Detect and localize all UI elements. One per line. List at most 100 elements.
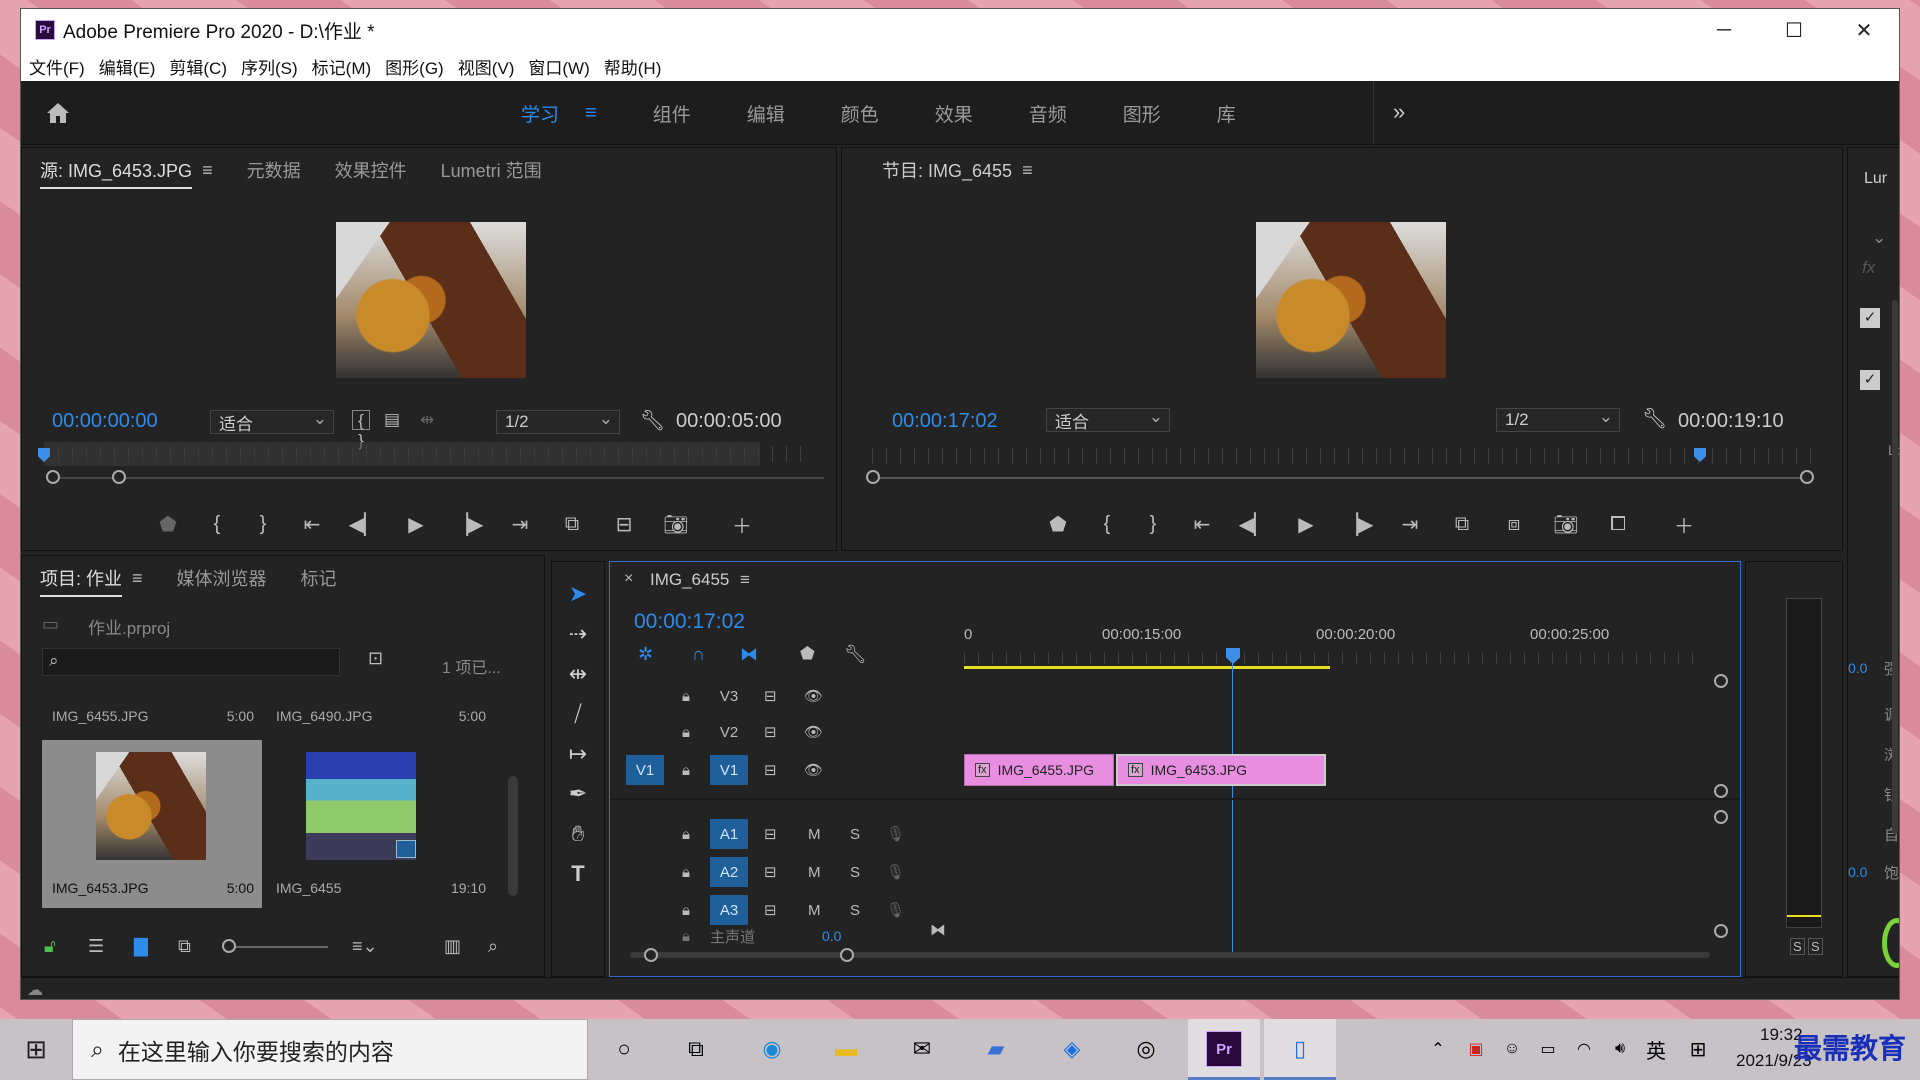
- go-to-end-icon[interactable]: ⧓: [930, 920, 946, 940]
- windows-start-icon[interactable]: ⊞: [18, 1031, 54, 1067]
- tab-lumetri-scopes[interactable]: Lumetri 范围: [441, 157, 542, 183]
- razor-tool-icon[interactable]: ⧸: [552, 694, 604, 734]
- program-mark-in-icon[interactable]: {: [1084, 513, 1130, 536]
- project-item[interactable]: IMG_6490.JPG 5:00: [266, 698, 494, 738]
- video-vscroll-bottom[interactable]: [1714, 784, 1728, 798]
- timeline-settings-icon[interactable]: 🔧︎: [844, 644, 867, 665]
- source-mark-in-icon[interactable]: {: [194, 513, 240, 536]
- timeline-time-ruler[interactable]: [964, 652, 1704, 664]
- sort-icon[interactable]: ≡⌄: [352, 936, 378, 957]
- source-insert-icon[interactable]: ⧉: [546, 513, 598, 536]
- snap-icon[interactable]: ∩: [692, 644, 705, 665]
- ime-indicator[interactable]: 英: [1638, 1031, 1674, 1067]
- mute-button[interactable]: M: [808, 826, 821, 843]
- freeform-view-icon[interactable]: ⧉: [178, 936, 191, 957]
- lumetri-checkbox-1[interactable]: ✓: [1860, 308, 1880, 328]
- track-label[interactable]: A3: [710, 895, 748, 925]
- workspace-tab-graphics[interactable]: 图形: [1123, 100, 1161, 127]
- lumetri-checkbox-2[interactable]: ✓: [1860, 370, 1880, 390]
- program-fit-dropdown[interactable]: 适合: [1046, 407, 1170, 432]
- tab-source[interactable]: 源: IMG_6453.JPG: [40, 157, 193, 189]
- program-zoom-right-handle[interactable]: [1800, 470, 1814, 484]
- lumetri-panel-tab[interactable]: Lur: [1864, 170, 1887, 188]
- menu-marker[interactable]: 标记(M): [312, 54, 371, 79]
- audio-vscroll-bottom[interactable]: [1714, 924, 1728, 938]
- slip-tool-icon[interactable]: ↦: [552, 734, 604, 774]
- chrome-like-icon[interactable]: ◎: [1128, 1031, 1164, 1067]
- taskbar-search-input[interactable]: ⌕ 在这里输入你要搜索的内容: [72, 1019, 588, 1080]
- lock-icon[interactable]: 🔓︎: [44, 936, 56, 957]
- thumb-size-slider[interactable]: [228, 946, 328, 948]
- premiere-taskbar-icon[interactable]: Pr: [1206, 1031, 1242, 1067]
- source-go-to-in-icon[interactable]: ⇤: [286, 512, 338, 537]
- meter-solo-left[interactable]: S: [1790, 938, 1805, 955]
- lock-track-icon[interactable]: 🔒︎: [682, 826, 690, 843]
- track-label[interactable]: A2: [710, 857, 748, 887]
- selection-tool-icon[interactable]: ➤: [552, 574, 604, 614]
- more-workspaces-icon[interactable]: »: [1393, 99, 1405, 125]
- menu-clip[interactable]: 剪辑(C): [169, 54, 227, 79]
- timeline-sequence-tab[interactable]: IMG_6455: [650, 570, 729, 590]
- source-overwrite-icon[interactable]: ⊟: [598, 512, 650, 537]
- program-mark-out-icon[interactable]: }: [1130, 513, 1176, 536]
- workspace-tab-editing[interactable]: 编辑: [747, 100, 785, 127]
- timeline-hscroll[interactable]: [630, 952, 1710, 958]
- project-scrollbar[interactable]: [508, 776, 518, 896]
- source-play-icon[interactable]: ▶: [390, 512, 442, 537]
- sync-lock-icon[interactable]: ⊟: [764, 901, 777, 919]
- program-go-to-out-icon[interactable]: ⇥: [1384, 512, 1436, 537]
- menu-sequence[interactable]: 序列(S): [241, 54, 298, 79]
- solo-button[interactable]: S: [850, 864, 860, 881]
- source-fit-dropdown[interactable]: 适合: [210, 409, 334, 434]
- sync-lock-icon[interactable]: ⊟: [764, 687, 777, 705]
- sync-lock-icon[interactable]: ⊟: [764, 825, 777, 843]
- cortana-icon[interactable]: ○: [606, 1031, 642, 1067]
- voice-over-icon[interactable]: 🎙︎: [886, 863, 905, 881]
- solo-button[interactable]: S: [850, 902, 860, 919]
- timeline-close-icon[interactable]: ×: [624, 570, 633, 588]
- lock-track-icon[interactable]: 🔒︎: [682, 902, 690, 919]
- voice-over-icon[interactable]: 🎙︎: [886, 901, 905, 919]
- find-icon[interactable]: ⌕: [488, 936, 498, 957]
- toggle-output-icon[interactable]: 👁︎: [804, 687, 823, 705]
- project-search-input[interactable]: ⌕: [42, 648, 340, 676]
- thumb-size-slider-knob[interactable]: [222, 939, 236, 953]
- lumetri-scrollbar[interactable]: [1892, 300, 1898, 834]
- program-go-to-in-icon[interactable]: ⇤: [1176, 512, 1228, 537]
- program-step-forward-icon[interactable]: ▕▶: [1332, 512, 1384, 537]
- tab-program[interactable]: 节目: IMG_6455: [882, 157, 1012, 183]
- source-zoom-left-handle[interactable]: [46, 470, 60, 484]
- program-zoom-left-handle[interactable]: [866, 470, 880, 484]
- workspace-tab-color[interactable]: 颜色: [841, 100, 879, 127]
- track-label[interactable]: V3: [710, 681, 748, 711]
- workspace-tab-audio[interactable]: 音频: [1029, 100, 1067, 127]
- source-button-editor-icon[interactable]: ＋: [702, 510, 782, 539]
- type-tool-icon[interactable]: T: [552, 854, 604, 894]
- sync-lock-icon[interactable]: ⊟: [764, 723, 777, 741]
- sync-lock-icon[interactable]: ⊟: [764, 761, 777, 779]
- mute-button[interactable]: M: [808, 902, 821, 919]
- program-menu-icon[interactable]: ≡: [1022, 160, 1033, 181]
- lumetri-collapse-icon[interactable]: ⌄: [1872, 228, 1886, 248]
- source-settings-icon[interactable]: 🔧︎: [640, 408, 665, 433]
- automate-to-sequence-icon[interactable]: ▥: [444, 936, 461, 957]
- tab-metadata[interactable]: 元数据: [247, 157, 301, 183]
- workspace-tab-effects[interactable]: 效果: [935, 100, 973, 127]
- program-extract-icon[interactable]: ⧈: [1488, 513, 1540, 536]
- toggle-output-icon[interactable]: 👁︎: [804, 723, 823, 741]
- track-label[interactable]: V1: [710, 755, 748, 785]
- find-bin-icon[interactable]: ⊡: [368, 648, 383, 669]
- program-timecode[interactable]: 00:00:17:02: [892, 410, 998, 433]
- voice-over-icon[interactable]: 🎙︎: [886, 825, 905, 843]
- phone-app-icon[interactable]: ▯: [1282, 1031, 1318, 1067]
- program-step-back-icon[interactable]: ◀▏: [1228, 512, 1280, 537]
- maximize-button[interactable]: ☐: [1759, 9, 1829, 51]
- source-film-icon[interactable]: ▤: [384, 410, 400, 430]
- menu-window[interactable]: 窗口(W): [528, 54, 589, 79]
- hand-tool-icon[interactable]: ✋︎: [552, 814, 604, 854]
- source-safe-margins-icon[interactable]: { }: [352, 410, 370, 450]
- tab-project[interactable]: 项目: 作业: [40, 565, 123, 597]
- video-vscroll-top[interactable]: [1714, 674, 1728, 688]
- menu-graphics[interactable]: 图形(G): [385, 54, 444, 79]
- master-value[interactable]: 0.0: [822, 928, 841, 944]
